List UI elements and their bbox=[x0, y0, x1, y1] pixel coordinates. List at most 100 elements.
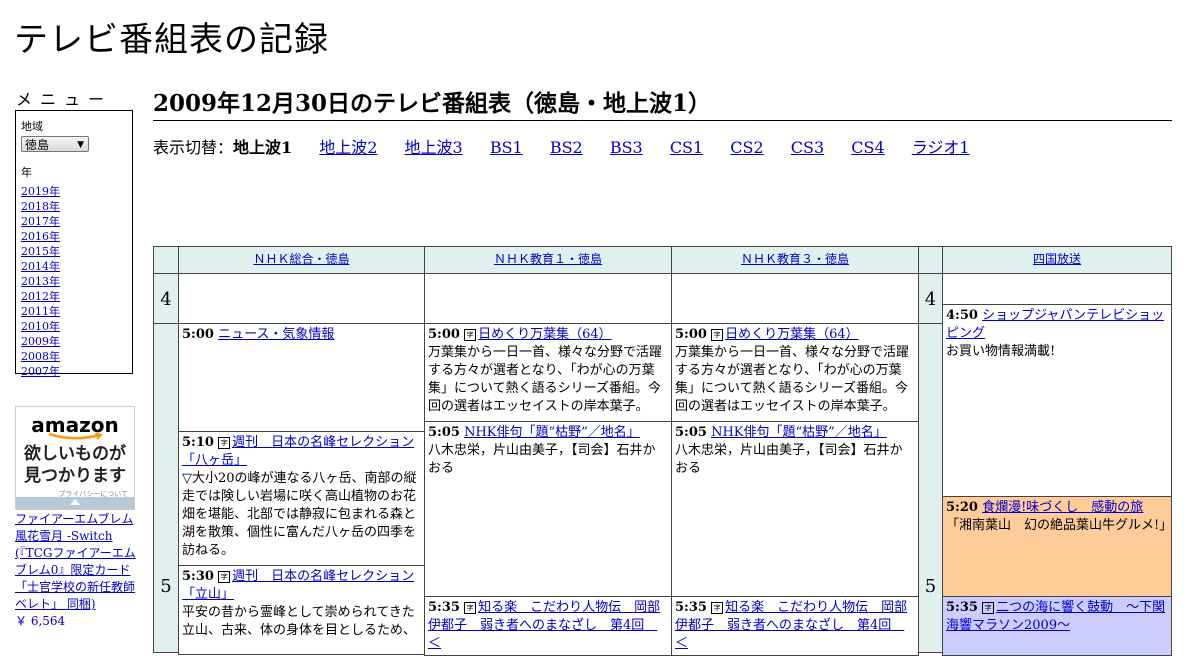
tv-icon: 字 bbox=[982, 602, 995, 614]
switch-link-bs3[interactable]: BS3 bbox=[610, 138, 643, 157]
program-time: 5:05 bbox=[675, 425, 707, 440]
channel-link-nhk-sogo[interactable]: ＮＨＫ総合・徳島 bbox=[253, 252, 349, 266]
switch-link-cs2[interactable]: CS2 bbox=[730, 138, 763, 157]
program-cell: 5:05 NHK俳句「題“枯野”／地名」 八木忠栄，片山由美子，【司会】石井かお… bbox=[424, 421, 672, 597]
channel-link-nhk-edu3[interactable]: ＮＨＫ教育３・徳島 bbox=[741, 252, 849, 266]
switch-link-bs1[interactable]: BS1 bbox=[490, 138, 523, 157]
ad-product: ファイアーエムブレム 風花雪月 -Switch (『TCGファイアーエムブレム0… bbox=[15, 511, 137, 630]
year-link-2010[interactable]: 2010年 bbox=[21, 320, 60, 333]
program-time: 5:00 bbox=[675, 327, 707, 342]
empty-slot bbox=[671, 273, 919, 324]
program-title-link[interactable]: 日めくり万葉集（64） bbox=[478, 327, 612, 342]
ad-text-line2: 見つかります bbox=[24, 466, 126, 486]
program-cell: 5:20 食爛漫!味づくし 感動の旅 「湘南葉山 幻の絶品葉山牛グルメ!」 bbox=[942, 496, 1172, 597]
channel-link-shikoku[interactable]: 四国放送 bbox=[1033, 252, 1081, 266]
program-time: 5:00 bbox=[428, 327, 460, 342]
program-time: 5:20 bbox=[946, 500, 978, 515]
program-time: 5:35 bbox=[675, 600, 707, 615]
year-link-2018[interactable]: 2018年 bbox=[21, 200, 60, 213]
switcher-current: 地上波1 bbox=[233, 138, 293, 157]
broadcast-switcher: 表示切替：地上波1 地上波2 地上波3 BS1 BS2 BS3 CS1 CS2 … bbox=[153, 134, 970, 158]
program-title-link[interactable]: 週刊 日本の名峰セレクション「立山」 bbox=[182, 569, 414, 602]
program-cell: 5:00 ニュース・気象情報 bbox=[178, 323, 425, 432]
program-time: 5:35 bbox=[946, 600, 978, 615]
year-link-2016[interactable]: 2016年 bbox=[21, 230, 60, 243]
tv-icon: 字 bbox=[464, 602, 477, 614]
program-desc: 万葉集から一日一首、様々な分野で活躍する方々が選者となり、「わが心の万葉集」につ… bbox=[675, 345, 910, 414]
channel-link-nhk-edu1[interactable]: ＮＨＫ教育１・徳島 bbox=[494, 252, 602, 266]
program-cell: 5:35 字知る楽 こだわり人物伝 岡部伊都子 弱き者へのまなざし 第4回 ＜ bbox=[671, 596, 919, 656]
chevron-down-icon: ▼ bbox=[77, 140, 84, 150]
program-cell: 5:30 字週刊 日本の名峰セレクション「立山」 平安の昔から霊峰として崇められ… bbox=[178, 565, 425, 655]
program-cell: 5:05 NHK俳句「題“枯野”／地名」 八木忠栄，片山由美子，【司会】石井かお… bbox=[671, 421, 919, 597]
program-title-link[interactable]: 知る楽 こだわり人物伝 岡部伊都子 弱き者へのまなざし 第4回 ＜ bbox=[428, 600, 660, 651]
program-time: 4:50 bbox=[946, 308, 978, 323]
menu-box: 地域 徳島 ▼ 年 2019年 2018年 2017年 2016年 2015年 … bbox=[15, 110, 133, 378]
program-title-link[interactable]: 食爛漫!味づくし 感動の旅 bbox=[982, 500, 1143, 515]
program-desc: ▽大小20の峰が連なる八ヶ岳、南部の縦走では険しい岩場に咲く高山植物のお花畑を堪… bbox=[182, 471, 417, 558]
program-desc: 「湘南葉山 幻の絶品葉山牛グルメ!」 bbox=[946, 518, 1172, 533]
year-label: 年 bbox=[21, 166, 32, 179]
switch-link-bs2[interactable]: BS2 bbox=[550, 138, 583, 157]
year-link-2014[interactable]: 2014年 bbox=[21, 260, 60, 273]
year-link-2008[interactable]: 2008年 bbox=[21, 350, 60, 363]
tv-icon: 字 bbox=[218, 571, 231, 583]
switch-link-cs4[interactable]: CS4 bbox=[851, 138, 884, 157]
ad-text-line1: 欲しいものが bbox=[24, 444, 126, 464]
page-title: 2009年12月30日のテレビ番組表（徳島・地上波1） bbox=[153, 84, 1172, 121]
program-title-link[interactable]: 週刊 日本の名峰セレクション「八ヶ岳」 bbox=[182, 435, 414, 468]
empty-slot bbox=[424, 273, 672, 324]
amazon-ad-banner[interactable]: amazon 欲しいものが 見つかります プライバシーについて bbox=[15, 406, 135, 510]
program-time: 5:00 bbox=[182, 327, 214, 342]
program-desc: 八木忠栄，片山由美子，【司会】石井かおる bbox=[675, 443, 903, 476]
hour-4-left: 4 bbox=[153, 273, 179, 324]
region-label: 地域 bbox=[21, 120, 43, 133]
switch-link-radio1[interactable]: ラジオ1 bbox=[912, 138, 970, 157]
year-link-2017[interactable]: 2017年 bbox=[21, 215, 60, 228]
region-select[interactable]: 徳島 ▼ bbox=[21, 136, 89, 152]
tv-icon: 字 bbox=[711, 329, 724, 341]
year-link-2009[interactable]: 2009年 bbox=[21, 335, 60, 348]
program-cell: 5:35 字知る楽 こだわり人物伝 岡部伊都子 弱き者へのまなざし 第4回 ＜ bbox=[424, 596, 672, 656]
switch-link-terrestrial2[interactable]: 地上波2 bbox=[319, 138, 377, 157]
year-link-2013[interactable]: 2013年 bbox=[21, 275, 60, 288]
hour-5-left: 5 bbox=[153, 323, 179, 653]
tv-icon: 字 bbox=[711, 602, 724, 614]
corner-cell bbox=[153, 246, 179, 274]
switch-link-cs1[interactable]: CS1 bbox=[670, 138, 703, 157]
program-title-link[interactable]: ニュース・気象情報 bbox=[218, 327, 334, 342]
program-title-link[interactable]: 知る楽 こだわり人物伝 岡部伊都子 弱き者へのまなざし 第4回 ＜ bbox=[675, 600, 907, 651]
program-title-link[interactable]: 二つの海に響く鼓動 ～下関海響マラソン2009～ bbox=[946, 600, 1165, 633]
switch-link-cs3[interactable]: CS3 bbox=[791, 138, 824, 157]
hour-4-right: 4 bbox=[918, 273, 943, 324]
program-title-link[interactable]: ショップジャパンテレビショッピング bbox=[946, 308, 1164, 341]
ad-product-link[interactable]: ファイアーエムブレム 風花雪月 -Switch (『TCGファイアーエムブレム0… bbox=[15, 512, 136, 611]
program-time: 5:10 bbox=[182, 435, 214, 450]
program-time: 5:35 bbox=[428, 600, 460, 615]
program-grid: ＮＨＫ総合・徳島 ＮＨＫ教育１・徳島 ＮＨＫ教育３・徳島 四国放送 4 5 4 … bbox=[153, 246, 1172, 656]
year-link-2012[interactable]: 2012年 bbox=[21, 290, 60, 303]
channel-header-nhk-edu1: ＮＨＫ教育１・徳島 bbox=[424, 246, 672, 274]
switcher-label: 表示切替： bbox=[153, 138, 234, 157]
program-cell: 5:35 字二つの海に響く鼓動 ～下関海響マラソン2009～ bbox=[942, 596, 1172, 656]
switch-link-terrestrial3[interactable]: 地上波3 bbox=[405, 138, 463, 157]
program-desc: お買い物情報満載! bbox=[946, 344, 1056, 359]
program-title-link[interactable]: 日めくり万葉集（64） bbox=[725, 327, 859, 342]
hour-5-right: 5 bbox=[918, 323, 943, 653]
program-time: 5:05 bbox=[428, 425, 460, 440]
program-desc: 平安の昔から霊峰として崇められてきた立山、古来、体の身体を目としるため、 bbox=[182, 605, 417, 638]
corner-cell-right bbox=[918, 246, 943, 274]
program-title-link[interactable]: NHK俳句「題“枯野”／地名」 bbox=[464, 425, 640, 440]
program-cell: 5:00 字日めくり万葉集（64） 万葉集から一日一首、様々な分野で活躍する方々… bbox=[671, 323, 919, 422]
year-link-2011[interactable]: 2011年 bbox=[21, 305, 60, 318]
program-cell: 5:00 字日めくり万葉集（64） 万葉集から一日一首、様々な分野で活躍する方々… bbox=[424, 323, 672, 422]
program-time: 5:30 bbox=[182, 569, 214, 584]
channel-header-shikoku: 四国放送 bbox=[942, 246, 1172, 274]
year-list: 2019年 2018年 2017年 2016年 2015年 2014年 2013… bbox=[21, 184, 127, 379]
year-link-2007[interactable]: 2007年 bbox=[21, 365, 60, 378]
year-link-2015[interactable]: 2015年 bbox=[21, 245, 60, 258]
year-link-2019[interactable]: 2019年 bbox=[21, 185, 60, 198]
chevron-up-icon bbox=[70, 499, 80, 505]
program-title-link[interactable]: NHK俳句「題“枯野”／地名」 bbox=[711, 425, 887, 440]
ad-collapse-bar[interactable] bbox=[16, 497, 134, 509]
